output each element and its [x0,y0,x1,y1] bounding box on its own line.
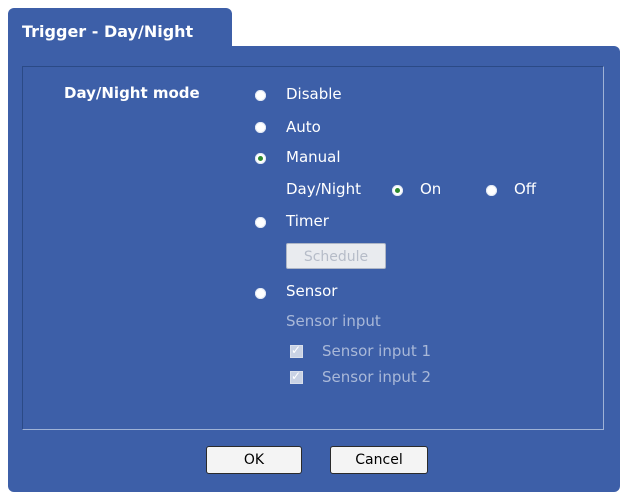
schedule-button[interactable]: Schedule [286,243,386,269]
radio-on[interactable] [392,185,403,196]
radio-sensor-label: Sensor [286,282,338,300]
radio-auto-label: Auto [286,118,321,136]
radio-auto[interactable] [255,122,266,133]
sensor-input-label: Sensor input [286,312,381,330]
radio-manual-label: Manual [286,148,341,166]
radio-on-label: On [420,180,442,198]
tab-title: Trigger - Day/Night [22,22,194,41]
cancel-button[interactable]: Cancel [330,446,428,474]
manual-day-night-label: Day/Night [286,180,361,198]
ok-button[interactable]: OK [206,446,302,474]
sensor-input-1-label: Sensor input 1 [322,342,432,360]
radio-off[interactable] [486,185,497,196]
radio-timer-label: Timer [286,212,329,230]
radio-timer[interactable] [255,217,266,228]
day-night-mode-label: Day/Night mode [64,84,200,102]
sensor-input-1-checkbox[interactable] [290,343,303,358]
sensor-input-2-label: Sensor input 2 [322,368,432,386]
sensor-input-2-checkbox[interactable] [290,369,303,384]
radio-off-label: Off [514,180,537,198]
radio-disable[interactable] [255,90,266,101]
radio-manual[interactable] [255,153,266,164]
radio-sensor[interactable] [255,288,266,299]
radio-disable-label: Disable [286,85,342,103]
